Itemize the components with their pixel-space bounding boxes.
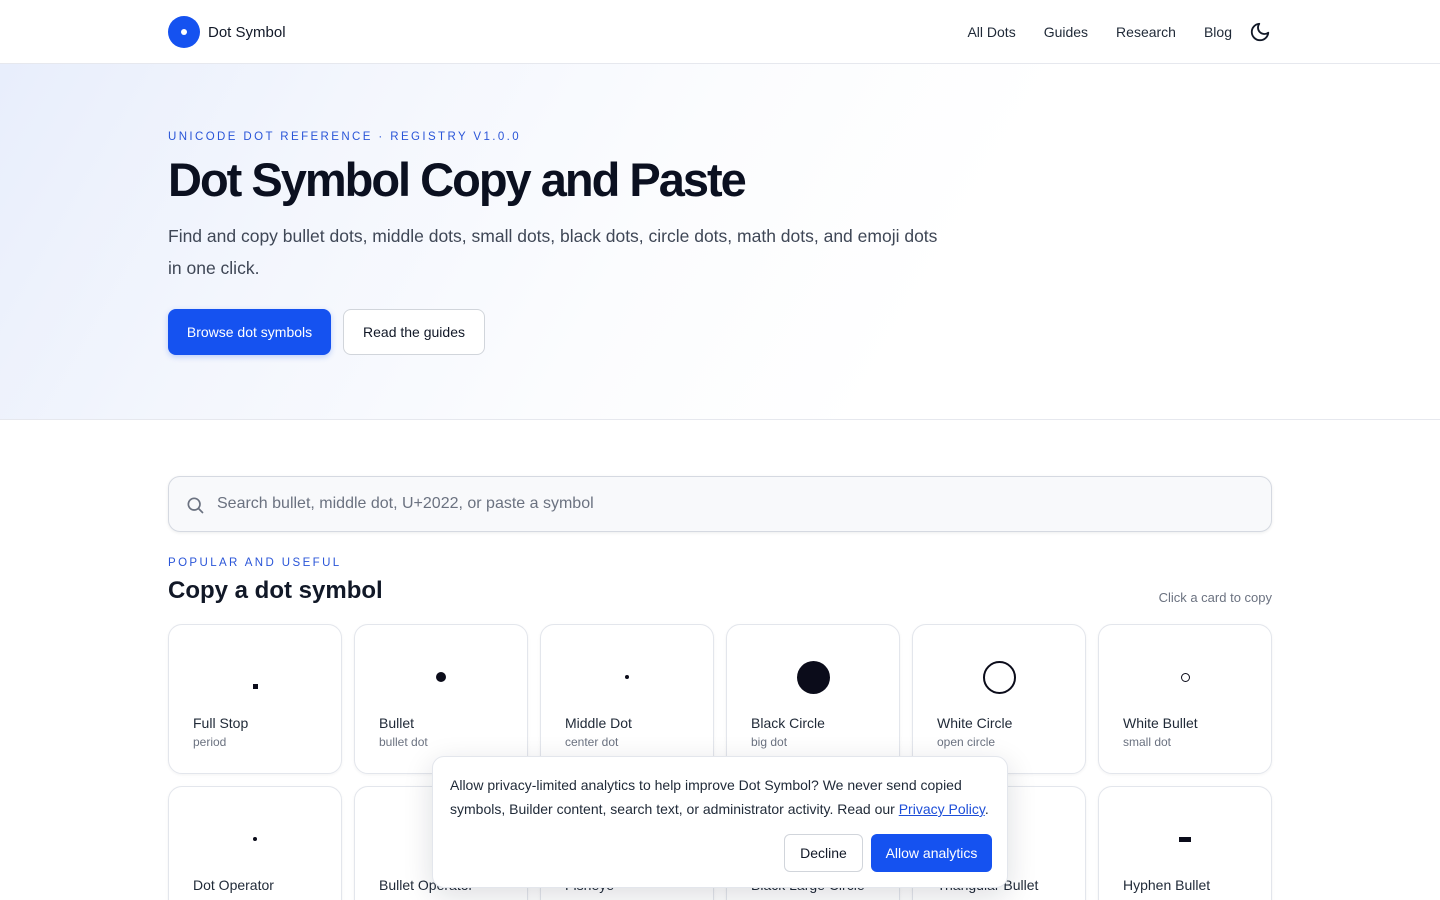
search-bar (168, 476, 1272, 532)
card-alias: small dot (1123, 735, 1172, 749)
analytics-consent-dialog: Allow privacy-limited analytics to help … (432, 756, 1008, 888)
nav-blog[interactable]: Blog (1204, 24, 1232, 40)
nav-research[interactable]: Research (1116, 24, 1176, 40)
consent-text: Allow privacy-limited analytics to help … (450, 777, 962, 817)
section-title: Copy a dot symbol (168, 577, 383, 604)
section-eyebrow: POPULAR AND USEFUL (168, 557, 342, 569)
page-title: Dot Symbol Copy and Paste (168, 153, 747, 206)
middle-dot-glyph-icon (541, 657, 713, 697)
symbol-card-bullet[interactable]: Bullet bullet dot (354, 624, 528, 774)
privacy-policy-link[interactable]: Privacy Policy (899, 801, 985, 817)
symbol-card-white-circle[interactable]: White Circle open circle (912, 624, 1086, 774)
card-alias: center dot (565, 735, 619, 749)
card-alias: bullet dot (379, 735, 428, 749)
moon-icon (1250, 22, 1270, 42)
card-alias: period (193, 735, 227, 749)
hero-eyebrow: UNICODE DOT REFERENCE · REGISTRY V1.0.0 (168, 131, 522, 143)
consent-text-end: . (984, 801, 989, 817)
black-circle-glyph-icon (727, 657, 899, 697)
nav-all-dots[interactable]: All Dots (967, 24, 1015, 40)
browse-dot-symbols-button[interactable]: Browse dot symbols (168, 309, 331, 355)
main-nav: All Dots Guides Research Blog (967, 18, 1272, 46)
card-name: White Bullet (1123, 715, 1198, 731)
consent-message: Allow privacy-limited analytics to help … (450, 773, 990, 821)
card-name: Black Circle (751, 715, 825, 731)
card-alias: big dot (751, 735, 788, 749)
hyphen-bullet-glyph-icon (1099, 819, 1271, 859)
hero-subtitle: Find and copy bullet dots, middle dots, … (168, 226, 938, 278)
symbol-card-dot-operator[interactable]: Dot Operator (168, 786, 342, 900)
theme-toggle-button[interactable] (1248, 20, 1272, 44)
symbol-card-hyphen-bullet[interactable]: Hyphen Bullet (1098, 786, 1272, 900)
white-bullet-glyph-icon (1099, 657, 1271, 697)
brand-name: Dot Symbol (208, 23, 286, 41)
site-header: Dot Symbol All Dots Guides Research Blog (0, 0, 1440, 64)
allow-analytics-button[interactable]: Allow analytics (871, 834, 992, 872)
nav-guides[interactable]: Guides (1044, 24, 1088, 40)
symbol-card-white-bullet[interactable]: White Bullet small dot (1098, 624, 1272, 774)
card-name: Hyphen Bullet (1123, 877, 1211, 893)
dot-operator-glyph-icon (169, 819, 341, 859)
search-input[interactable] (217, 477, 1257, 531)
brand[interactable]: Dot Symbol (168, 16, 286, 48)
bullet-glyph-icon (355, 657, 527, 697)
symbol-card-middle-dot[interactable]: Middle Dot center dot (540, 624, 714, 774)
card-alias: open circle (937, 735, 996, 749)
brand-logo-icon (168, 16, 200, 48)
card-name: Bullet (379, 715, 415, 731)
hero-section: UNICODE DOT REFERENCE · REGISTRY V1.0.0 … (0, 64, 1440, 420)
card-name: White Circle (937, 715, 1013, 731)
read-guides-button[interactable]: Read the guides (343, 309, 485, 355)
symbol-card-full-stop[interactable]: Full Stop period (168, 624, 342, 774)
decline-button[interactable]: Decline (784, 834, 863, 872)
card-name: Full Stop (193, 715, 249, 731)
card-name: Dot Operator (193, 877, 274, 893)
search-icon (187, 497, 204, 514)
symbol-card-black-circle[interactable]: Black Circle big dot (726, 624, 900, 774)
card-name: Middle Dot (565, 715, 632, 731)
copy-hint: Click a card to copy (1158, 590, 1272, 605)
white-circle-glyph-icon (913, 657, 1085, 697)
full-stop-glyph-icon (169, 657, 341, 697)
